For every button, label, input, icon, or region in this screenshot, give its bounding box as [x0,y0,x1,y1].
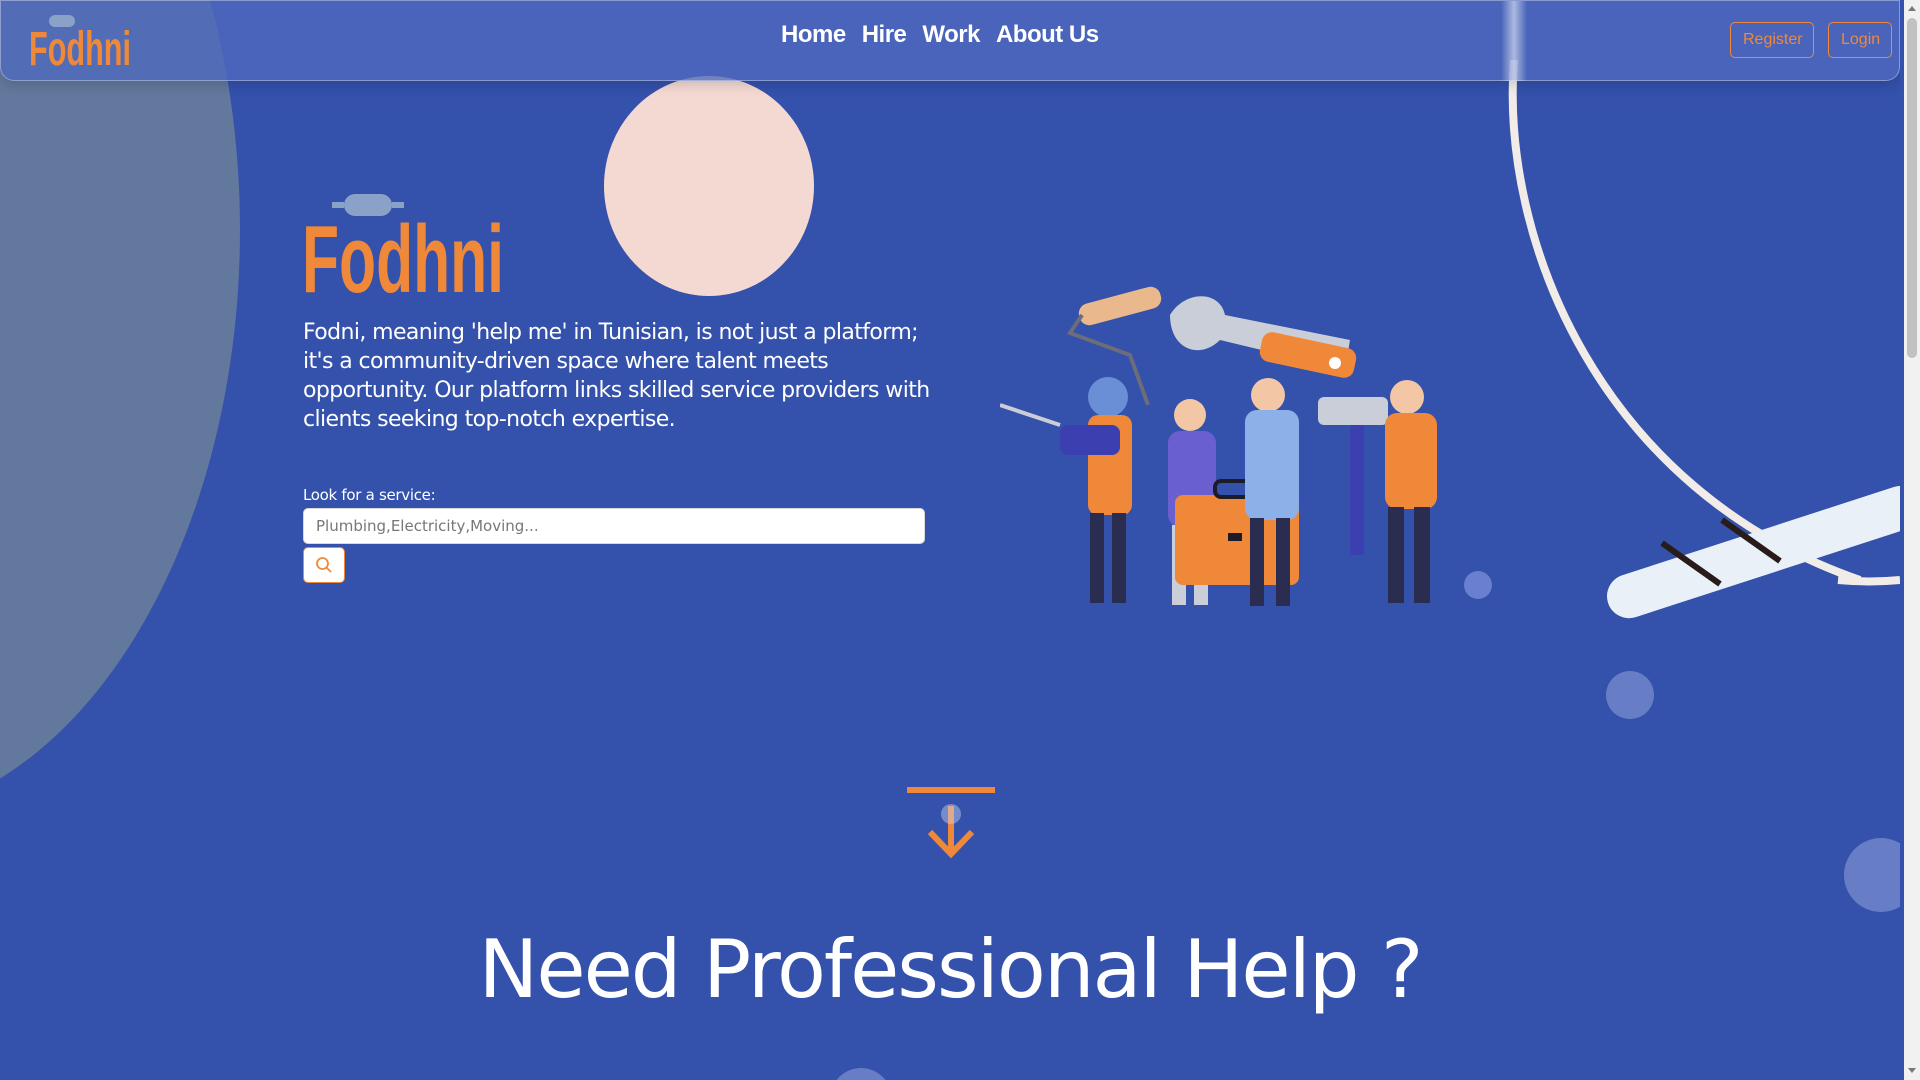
search-button[interactable] [303,547,345,583]
decorative-bubble [1844,838,1900,912]
login-button[interactable]: Login [1828,22,1892,58]
background-curve-shape [0,0,240,820]
decorative-ring-and-stick [1508,60,1900,619]
scroll-down-arrow-icon[interactable] [1908,1068,1916,1073]
page: Fodhni Fodni, meaning 'help me' in Tunis… [0,0,1900,1080]
section-heading: Need Professional Help ? [478,923,1424,1016]
nav-link-work[interactable]: Work [922,21,980,49]
worker-left [1000,377,1132,603]
search-icon [316,557,332,573]
scroll-up-arrow-icon[interactable] [1908,6,1916,11]
nav-links: Home Hire Work About Us [781,21,1099,49]
wrench-icon [1170,296,1357,378]
register-button[interactable]: Register [1730,22,1814,58]
nav-logo[interactable]: Fodhni [29,13,133,69]
hero-logo: Fodhni [302,194,504,298]
nav-link-home[interactable]: Home [781,21,846,49]
hammer-icon [1318,397,1388,555]
arrow-down-to-line-icon [907,787,995,859]
hero-description: Fodni, meaning 'help me' in Tunisian, is… [303,320,930,432]
search-label: Look for a service: [303,486,436,504]
navbar-glare [1501,1,1527,81]
decorative-bubble [830,1068,892,1080]
decorative-pink-circle [604,76,814,296]
navbar: Fodhni Home Hire Work About Us Register … [0,0,1900,81]
nav-logo-text: Fodhni [29,23,131,69]
decorative-bubble [1606,671,1654,719]
worker-far-right [1385,380,1437,603]
nav-link-hire[interactable]: Hire [862,21,907,49]
nav-link-about-us[interactable]: About Us [996,21,1099,49]
vertical-scrollbar[interactable] [1904,0,1920,1080]
search-input[interactable] [303,508,925,544]
workers-illustration [1000,286,1492,606]
hero-logo-text: Fodhni [302,206,504,298]
scrollbar-thumb[interactable] [1907,18,1917,358]
